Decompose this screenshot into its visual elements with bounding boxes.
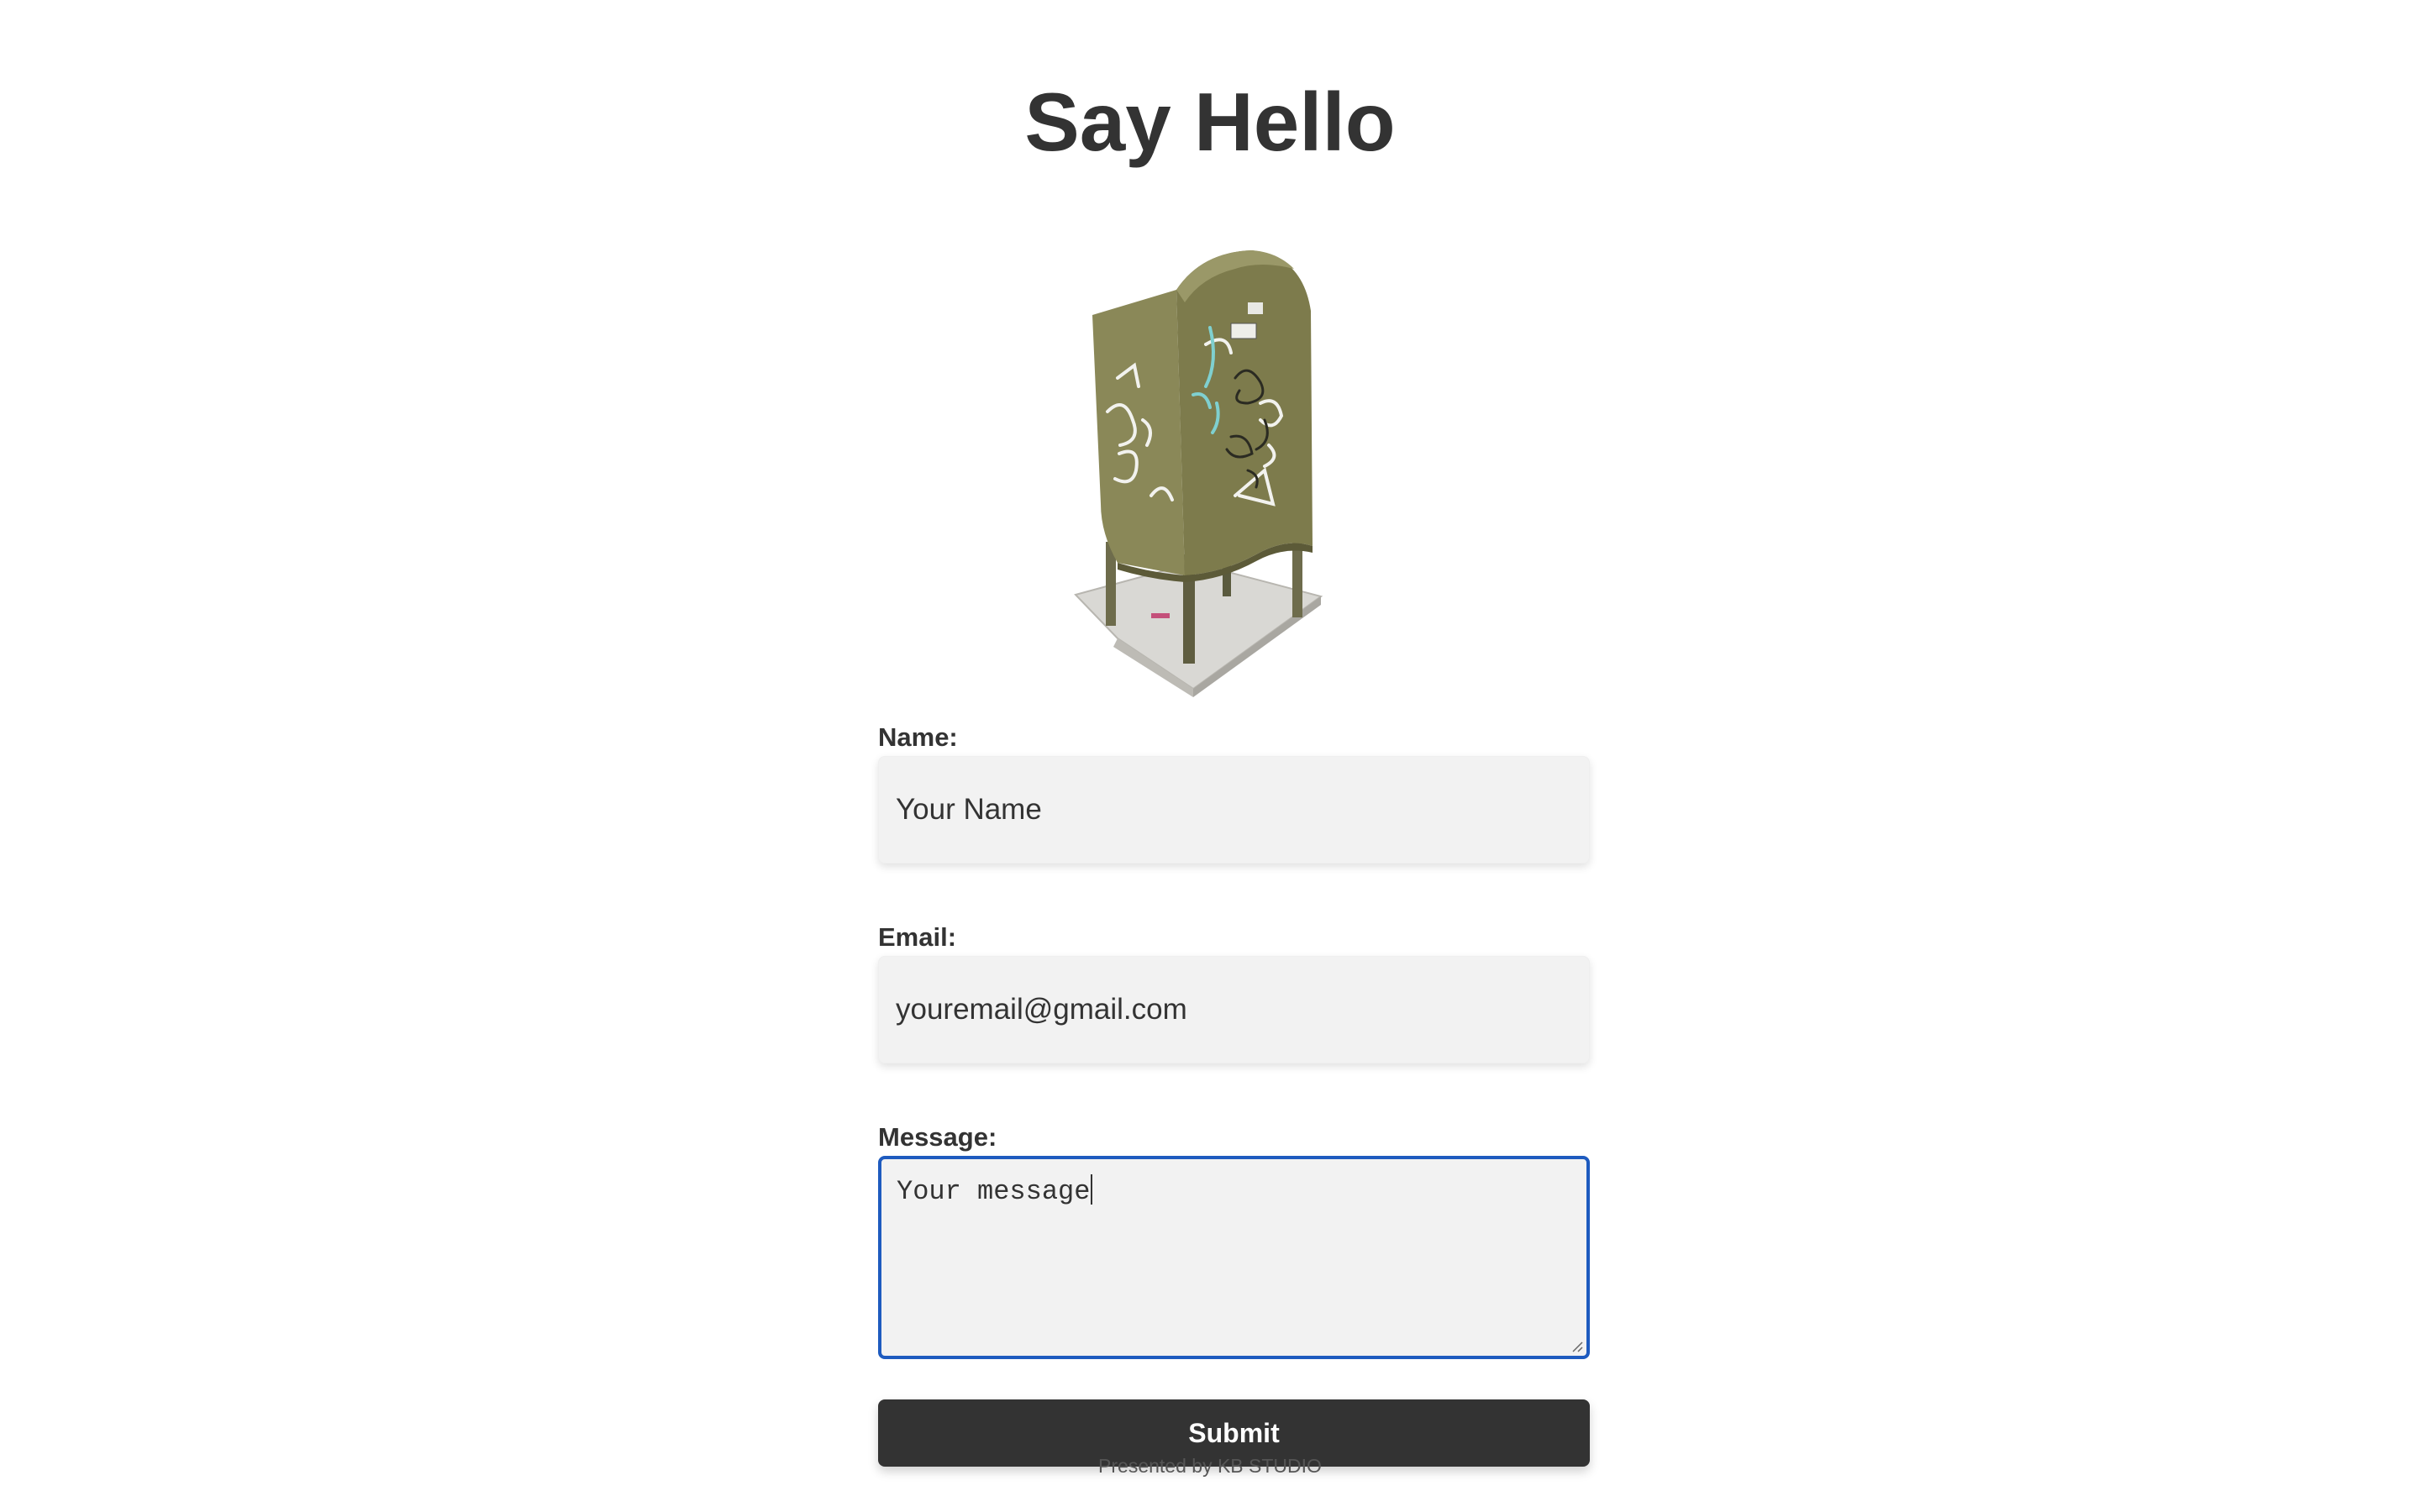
text-caret [1091, 1174, 1093, 1205]
name-field[interactable]: Your Name [878, 756, 1590, 864]
contact-form: Name: Your Name Email: youremail@gmail.c… [878, 721, 1590, 1467]
message-label: Message: [878, 1122, 997, 1152]
name-label: Name: [878, 722, 958, 752]
page: Say Hello Name: Your Name Email: yourema… [0, 0, 2420, 1512]
footer-credit: Presented by KB STUDIO [1098, 1455, 1322, 1477]
message-text: Your message [897, 1176, 1091, 1207]
page-title: Say Hello [1024, 76, 1396, 168]
mailbox-image [1067, 244, 1336, 697]
resize-handle-icon[interactable] [1570, 1339, 1583, 1352]
email-field[interactable]: youremail@gmail.com [878, 956, 1590, 1063]
message-field[interactable]: Your message [878, 1156, 1590, 1359]
email-label: Email: [878, 922, 957, 952]
